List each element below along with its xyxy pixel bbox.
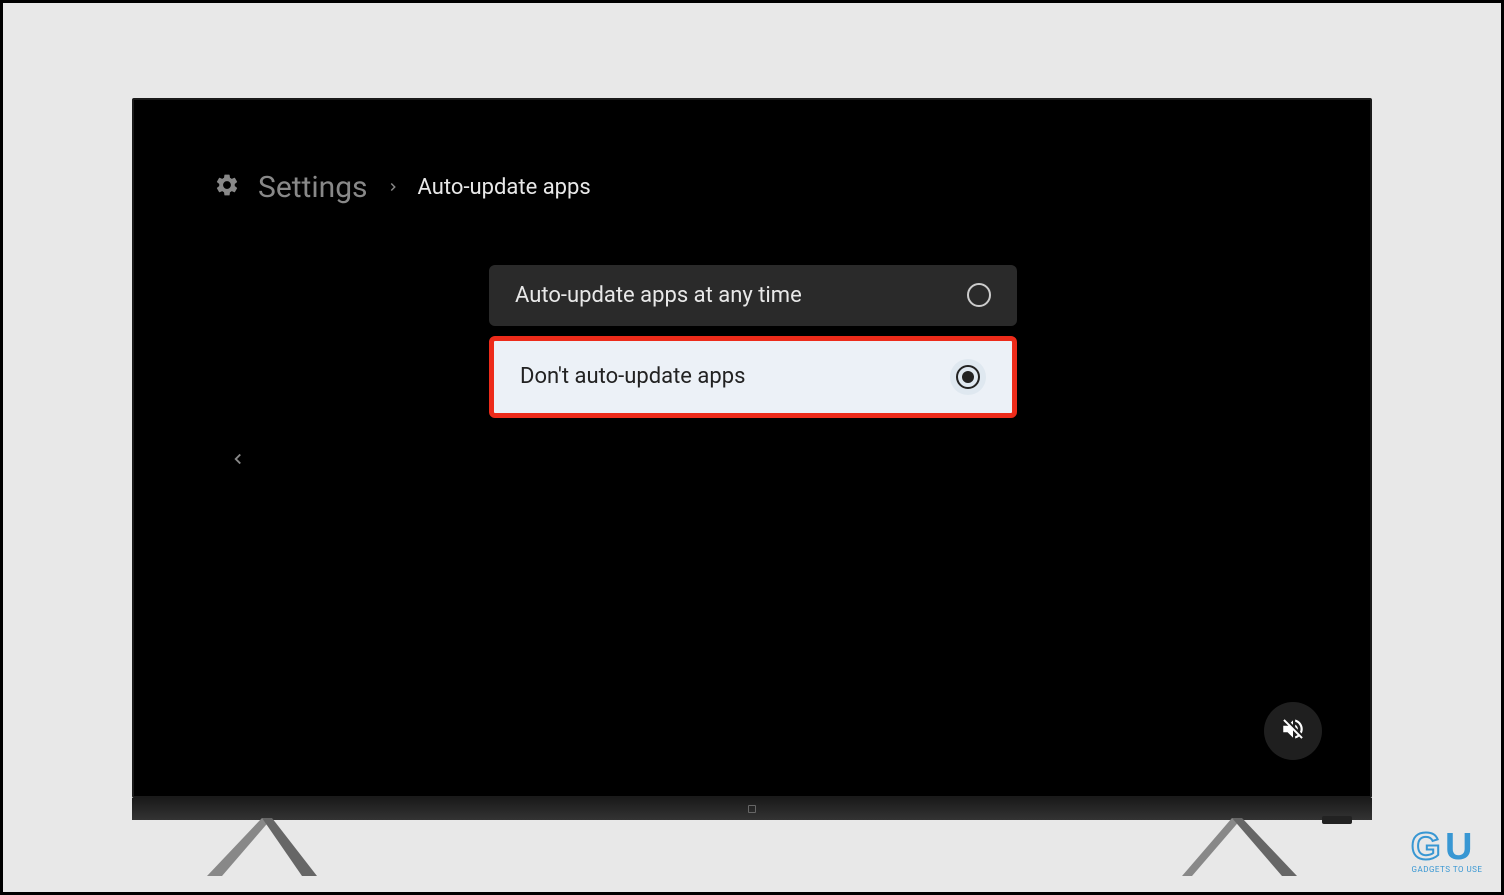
radio-unchecked-icon [967,283,991,307]
tv-brand-logo [748,805,756,813]
svg-text:U: U [1445,826,1472,867]
watermark: G U GADGETS TO USE [1411,825,1483,874]
tv-stand-right [1182,818,1302,878]
chevron-right-icon [386,175,400,199]
gear-icon [214,172,240,202]
option-label: Don't auto-update apps [520,364,745,389]
breadcrumb-root[interactable]: Settings [258,170,368,205]
volume-mute-icon [1280,716,1306,746]
options-list: Auto-update apps at any time Don't auto-… [489,265,1017,418]
option-dont-auto-update[interactable]: Don't auto-update apps [489,336,1017,418]
radio-checked-icon [950,359,986,395]
svg-text:G: G [1411,826,1441,867]
mute-button[interactable] [1264,702,1322,760]
option-auto-update-any-time[interactable]: Auto-update apps at any time [489,265,1017,326]
watermark-text: GADGETS TO USE [1412,865,1483,874]
back-chevron-icon[interactable] [229,450,247,472]
tv-screen: Settings Auto-update apps Auto-update ap… [132,98,1372,798]
option-label: Auto-update apps at any time [515,283,802,308]
tv-frame: Settings Auto-update apps Auto-update ap… [132,98,1372,798]
breadcrumb-current: Auto-update apps [418,175,591,200]
tv-bezel [132,798,1372,820]
tv-ir-sensor [1322,816,1352,824]
breadcrumb: Settings Auto-update apps [134,100,1370,205]
tv-stand-left [202,818,322,878]
